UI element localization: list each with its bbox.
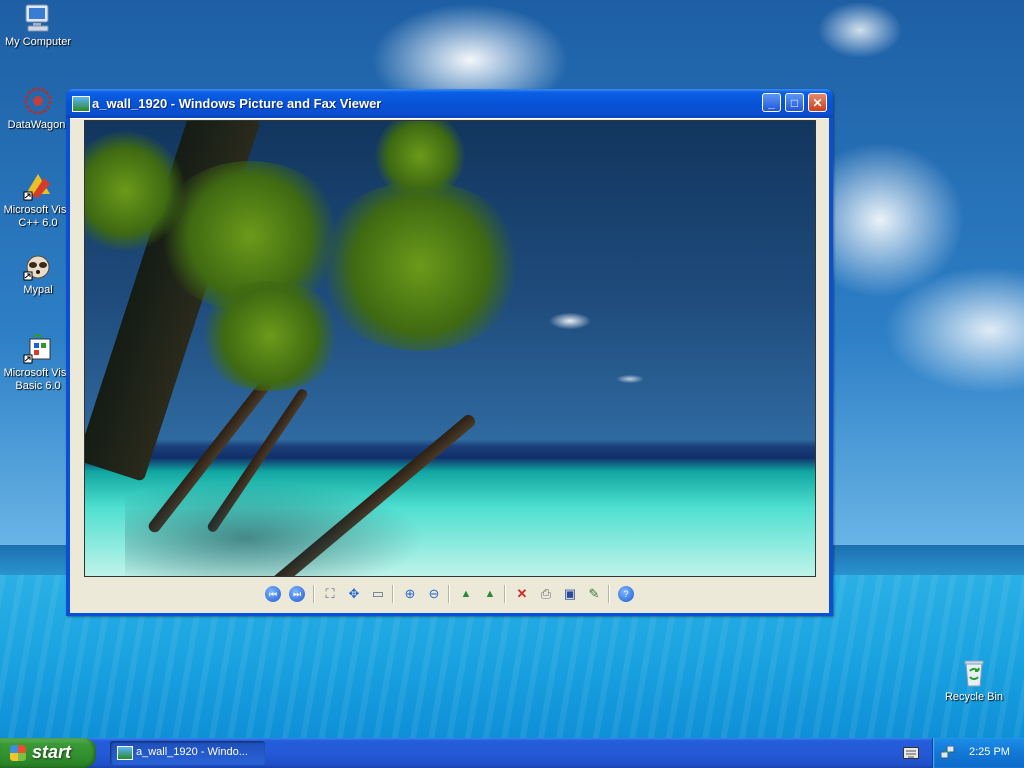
rotate-counterclockwise-icon: ▲ [484, 588, 496, 600]
window-title: a_wall_1920 - Windows Picture and Fax Vi… [92, 96, 382, 111]
taskbar-button-label: a_wall_1920 - Windo... [136, 746, 248, 758]
mypal-browser-icon [22, 250, 54, 282]
keyboard-icon[interactable] [903, 747, 919, 759]
rotate-clockwise-icon: ▲ [460, 588, 472, 600]
visual-cpp-icon [22, 170, 54, 202]
taskbar-button-picture-viewer[interactable]: a_wall_1920 - Windo... [110, 741, 265, 765]
rotate-counterclockwise-button[interactable]: ▲ [480, 584, 500, 604]
slideshow-button[interactable]: ▭ [368, 584, 388, 604]
desktop-icon-recycle-bin[interactable]: Recycle Bin [936, 657, 1012, 704]
next-icon: ⏭ [292, 589, 302, 599]
actual-size-icon: ✥ [348, 586, 360, 601]
print-button[interactable]: ⎙ [536, 584, 556, 604]
toolbar-separator [313, 585, 315, 603]
close-button[interactable]: ✕ [808, 93, 827, 112]
viewer-toolbar: ⏮ ⏭ ⛶ ✥ ▭ ⊕ ⊖ ▲ ▲ ✕ ⎙ ▣ ✎ ? [70, 579, 829, 609]
delete-icon: ✕ [516, 586, 528, 601]
desktop-icon-visual-cpp[interactable]: Microsoft Visu C++ 6.0 [0, 170, 76, 230]
minimize-button[interactable]: _ [762, 93, 781, 112]
taskbar: start a_wall_1920 - Windo... 2:25 PM [0, 738, 1024, 768]
edit-icon: ✎ [588, 586, 600, 601]
zoom-out-icon: ⊖ [428, 586, 440, 601]
desktop-icon-datawagon[interactable]: DataWagon. [0, 85, 76, 132]
previous-image-button[interactable]: ⏮ [265, 586, 281, 602]
rotate-clockwise-button[interactable]: ▲ [456, 584, 476, 604]
help-icon: ? [623, 589, 629, 599]
clock[interactable]: 2:25 PM [969, 746, 1010, 758]
picture-viewer-icon [72, 96, 90, 112]
desktop-icon-mypal[interactable]: Mypal [0, 250, 76, 297]
zoom-in-icon: ⊕ [404, 586, 416, 601]
start-button[interactable]: start [0, 738, 96, 768]
next-image-button[interactable]: ⏭ [289, 586, 305, 602]
toolbar-separator [504, 585, 506, 603]
datawagon-icon [22, 85, 54, 117]
slideshow-icon: ▭ [371, 586, 385, 601]
actual-size-button[interactable]: ✥ [344, 584, 364, 604]
window-client-area: ⏮ ⏭ ⛶ ✥ ▭ ⊕ ⊖ ▲ ▲ ✕ ⎙ ▣ ✎ ? [70, 118, 829, 613]
computer-icon [22, 2, 54, 34]
save-icon: ▣ [563, 586, 577, 601]
start-label: start [32, 742, 72, 762]
maximize-button[interactable]: □ [785, 93, 804, 112]
toolbar-separator [608, 585, 610, 603]
best-fit-button[interactable]: ⛶ [320, 584, 340, 604]
recycle-bin-icon [958, 657, 990, 689]
previous-icon: ⏮ [268, 589, 278, 599]
save-button[interactable]: ▣ [560, 584, 580, 604]
help-button[interactable]: ? [618, 586, 634, 602]
desktop-icon-my-computer[interactable]: My Computer [0, 2, 76, 49]
network-icon[interactable] [940, 745, 955, 759]
toolbar-separator [448, 585, 450, 603]
zoom-out-button[interactable]: ⊖ [424, 584, 444, 604]
desktop-icon-visual-basic[interactable]: Microsoft Visu Basic 6.0 [0, 333, 76, 393]
best-fit-icon: ⛶ [325, 586, 335, 601]
zoom-in-button[interactable]: ⊕ [400, 584, 420, 604]
picture-viewer-icon [117, 746, 133, 760]
delete-button[interactable]: ✕ [512, 584, 532, 604]
toolbar-separator [392, 585, 394, 603]
window-title-bar[interactable]: a_wall_1920 - Windows Picture and Fax Vi… [66, 89, 833, 118]
picture-viewer-window[interactable]: a_wall_1920 - Windows Picture and Fax Vi… [66, 89, 833, 616]
displayed-image-beach-palms [84, 120, 816, 577]
print-icon: ⎙ [540, 586, 552, 601]
visual-basic-icon [22, 333, 54, 365]
system-tray: 2:25 PM [932, 738, 1024, 768]
edit-button[interactable]: ✎ [584, 584, 604, 604]
windows-logo-icon [10, 745, 26, 761]
